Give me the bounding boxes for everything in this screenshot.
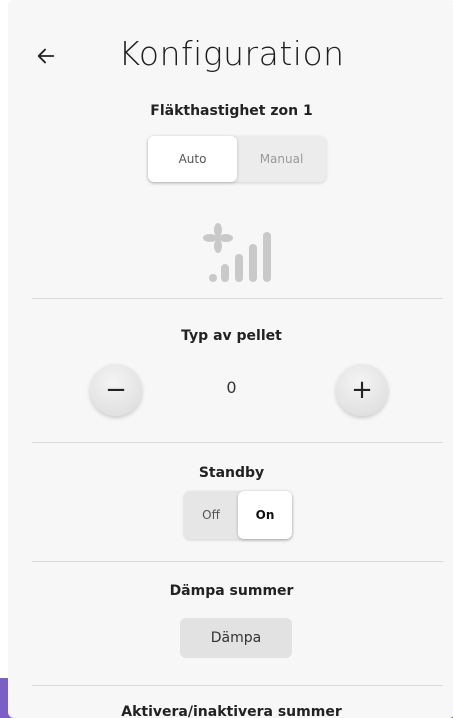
toggle-buzzer-label: Aktivera/inaktivera summer [121, 704, 342, 718]
page-title: Konfiguration [118, 34, 345, 73]
standby-off-option[interactable]: Off [184, 491, 238, 539]
increment-button[interactable]: + [336, 364, 388, 416]
divider [32, 298, 443, 299]
standby-label: Standby [198, 465, 265, 481]
fan-mode-auto-option[interactable]: Auto [148, 136, 237, 182]
mute-button[interactable]: Dämpa [180, 618, 292, 658]
pellet-type-label: Typ av pellet [181, 328, 282, 344]
divider [32, 685, 443, 686]
mute-buzzer-label: Dämpa summer [169, 583, 294, 599]
fan-speed-label: Fläkthastighet zon 1 [150, 103, 313, 119]
fan-speed-icon [198, 222, 278, 286]
config-panel: Konfiguration Fläkthastighet zon 1 Auto … [8, 0, 453, 718]
standby-toggle: Off On [184, 491, 292, 539]
divider [32, 561, 443, 562]
fan-mode-manual-option[interactable]: Manual [237, 136, 326, 182]
divider [32, 442, 443, 443]
header: Konfiguration [8, 28, 453, 84]
standby-on-option[interactable]: On [238, 491, 292, 539]
fan-mode-selector: Auto Manual [148, 136, 326, 182]
